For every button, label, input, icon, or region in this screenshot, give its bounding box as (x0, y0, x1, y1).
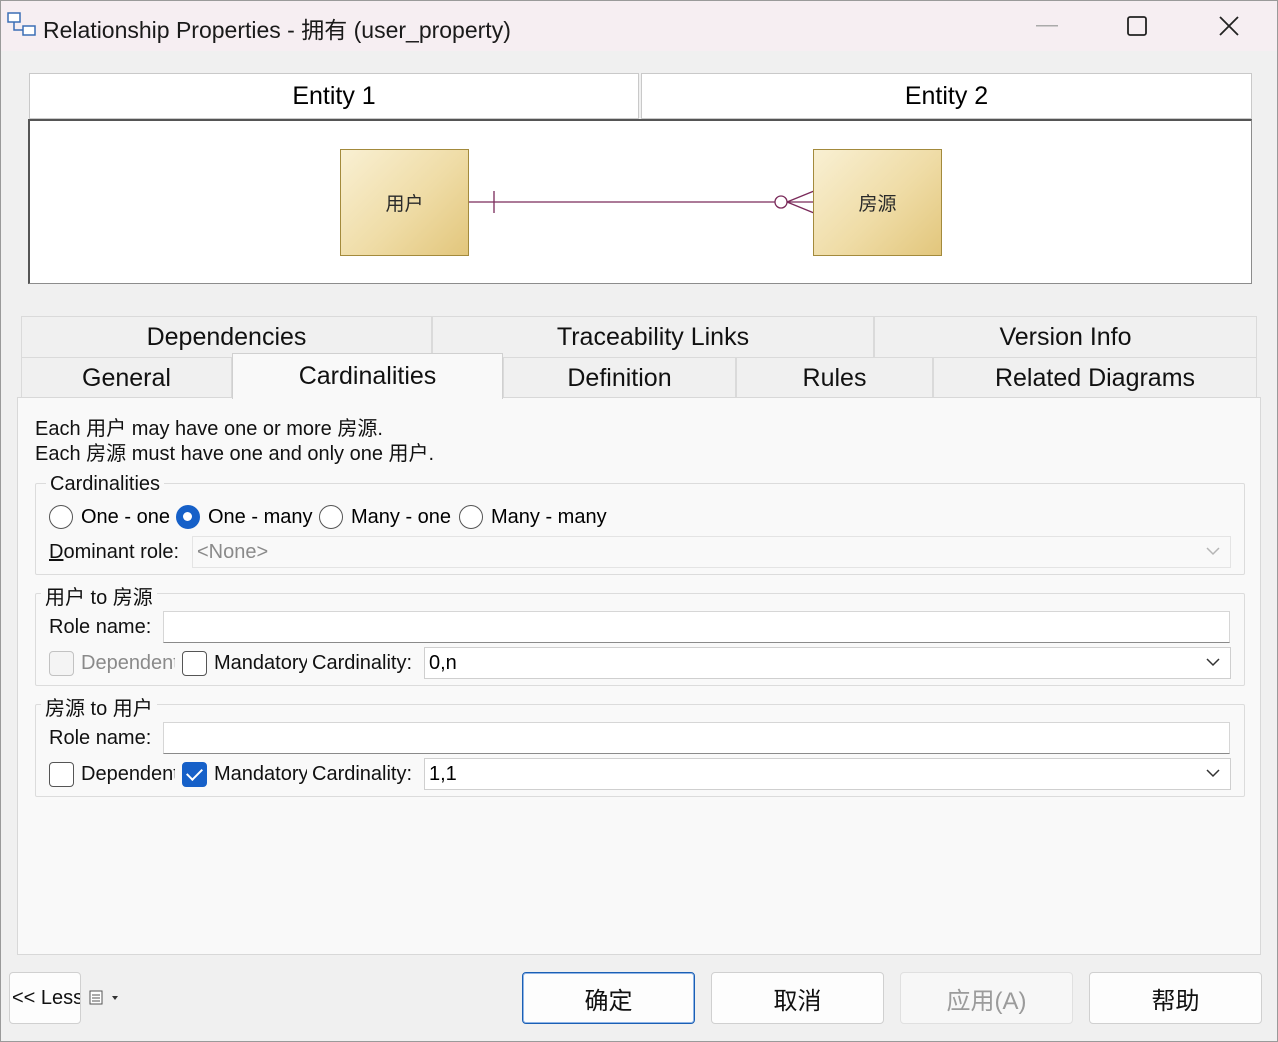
window-title: Relationship Properties - 拥有 (user_prope… (43, 17, 511, 43)
tab-row-top: Dependencies Traceability Links Version … (21, 316, 1257, 357)
relationship-properties-dialog: Relationship Properties - 拥有 (user_prope… (0, 0, 1278, 1042)
role-1-mandatory-checkbox[interactable] (182, 651, 207, 676)
chevron-down-icon (1206, 769, 1220, 778)
entity-2-box[interactable]: 房源 (813, 149, 942, 256)
relationship-app-icon (7, 11, 37, 39)
role-1-mandatory-label: Mandatory (214, 652, 307, 674)
role-1-cardinality-label: Cardinality: (312, 652, 413, 674)
minimize-button[interactable] (1001, 1, 1093, 51)
role-2-mandatory-checkbox[interactable] (182, 762, 207, 787)
radio-circle (49, 505, 73, 529)
title-bar[interactable]: Relationship Properties - 拥有 (user_prope… (1, 1, 1277, 51)
ok-button[interactable]: 确定 (522, 972, 695, 1024)
role-1-cardinality-value: 0,n (429, 651, 457, 674)
role-name-label-text: Role name: (49, 616, 152, 638)
tab-related-diagrams[interactable]: Related Diagrams (933, 357, 1257, 398)
radio-circle-selected (176, 505, 200, 529)
dominant-role-select: <None> (192, 536, 1231, 568)
relationship-diagram-preview: 用户 房源 (28, 119, 1252, 284)
minimize-icon (1036, 25, 1058, 27)
radio-many-many[interactable]: Many - many (459, 505, 609, 529)
close-icon (1219, 16, 1239, 36)
tab-cardinalities[interactable]: Cardinalities (232, 353, 503, 399)
radio-label: Many - many (491, 505, 607, 528)
radio-label: Many - one (351, 505, 452, 528)
dominant-role-label-text: ominant role: (63, 541, 180, 563)
cardinalities-group-label: Cardinalities (46, 473, 165, 496)
document-menu-icon[interactable] (89, 989, 123, 1012)
entity-1-button[interactable]: Entity 1 (29, 73, 639, 119)
role-1-role-name-input[interactable] (163, 611, 1230, 643)
tab-general[interactable]: General (21, 357, 232, 398)
role-2-cardinality-value: 1,1 (429, 762, 457, 785)
role-2-cardinality-select[interactable]: 1,1 (424, 758, 1231, 790)
dominant-role-value: <None> (197, 540, 269, 563)
role-name-label-text: Role name: (49, 727, 152, 749)
role-1-dependent-label: Dependent (81, 652, 175, 674)
radio-one-many[interactable]: One - many (176, 505, 313, 529)
relationship-line (468, 190, 815, 214)
role-2-role-name-label: Role name: (49, 727, 151, 750)
radio-label: One - one (81, 505, 170, 528)
radio-circle (459, 505, 483, 529)
role-2-cardinality-label: Cardinality: (312, 763, 413, 785)
less-button[interactable]: << Less (9, 972, 81, 1024)
role-2-group-label: 房源 to 用户 (41, 692, 157, 721)
role-2-mandatory-label: Mandatory (214, 763, 307, 785)
tab-version-info[interactable]: Version Info (874, 316, 1257, 357)
description-line-2: Each 房源 must have one and only one 用户. (35, 443, 435, 465)
entity-2-button[interactable]: Entity 2 (641, 73, 1252, 119)
radio-label: One - many (208, 505, 313, 528)
close-button[interactable] (1183, 1, 1275, 51)
role-1-cardinality-select[interactable]: 0,n (424, 647, 1231, 679)
role-1-dependent-checkbox (49, 651, 74, 676)
radio-circle (319, 505, 343, 529)
tab-dependencies[interactable]: Dependencies (21, 316, 432, 357)
maximize-icon (1127, 16, 1147, 36)
chevron-down-icon (1206, 547, 1220, 556)
help-button[interactable]: 帮助 (1089, 972, 1262, 1024)
maximize-button[interactable] (1091, 1, 1183, 51)
entity-1-box[interactable]: 用户 (340, 149, 469, 256)
dominant-role-label: Dominant role: (49, 541, 180, 563)
role-1-role-name-label: Role name: (49, 616, 151, 639)
tab-traceability-links[interactable]: Traceability Links (432, 316, 874, 357)
role-2-dependent-label: Dependent (81, 763, 175, 785)
tab-row-bottom: General Cardinalities Definition Rules R… (21, 353, 1257, 399)
tab-definition[interactable]: Definition (503, 357, 736, 398)
cancel-button[interactable]: 取消 (711, 972, 884, 1024)
chevron-down-icon (1206, 658, 1220, 667)
radio-one-one[interactable]: One - one (49, 505, 171, 529)
radio-many-one[interactable]: Many - one (319, 505, 454, 529)
apply-button: 应用(A) (900, 972, 1073, 1024)
tab-rules[interactable]: Rules (736, 357, 933, 398)
role-2-role-name-input[interactable] (163, 722, 1230, 754)
role-1-group-label: 用户 to 房源 (41, 581, 157, 610)
role-2-dependent-checkbox[interactable] (49, 762, 74, 787)
